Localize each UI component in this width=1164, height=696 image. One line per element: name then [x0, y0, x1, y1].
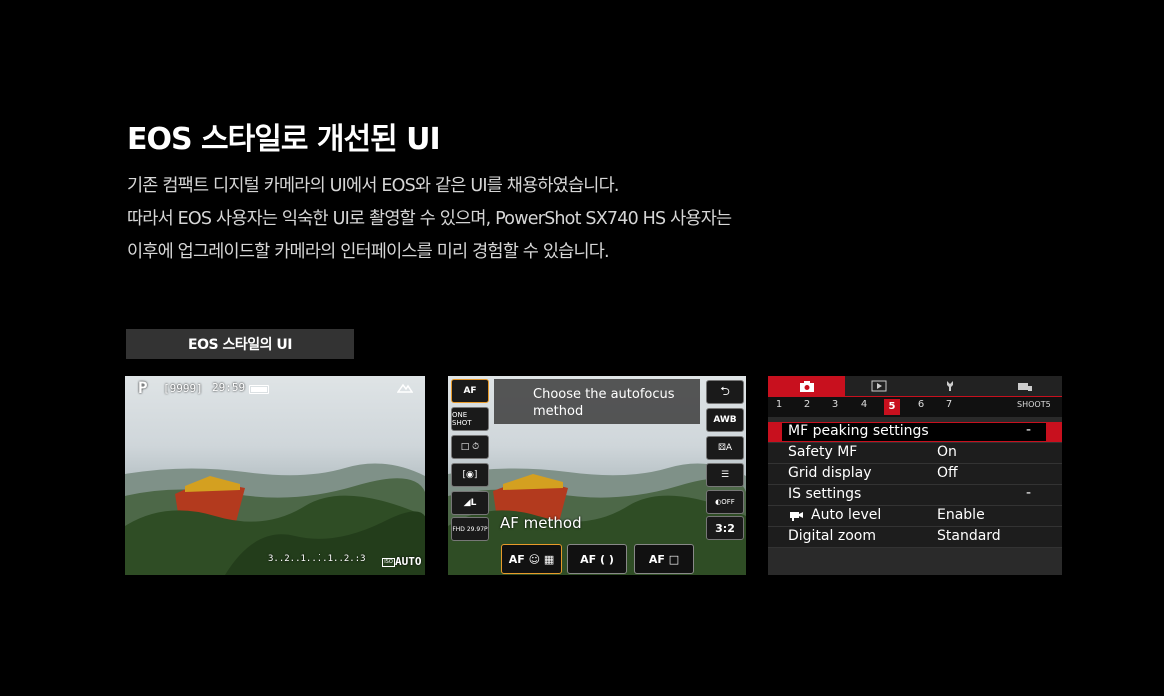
- back-icon[interactable]: ⮌: [706, 380, 744, 404]
- description: 기존 컴팩트 디지털 카메라의 UI에서 EOS와 같은 UI를 채용하였습니다…: [127, 170, 732, 269]
- menu-row-safety-mf[interactable]: Safety MF On: [768, 443, 1062, 464]
- page-4[interactable]: 4: [856, 399, 872, 410]
- shoot-tab-camera-icon[interactable]: [768, 376, 845, 396]
- shots-remaining: [9999]: [163, 382, 203, 395]
- playback-tab-icon[interactable]: [845, 376, 912, 396]
- metering-button[interactable]: [◉]: [451, 463, 489, 487]
- menu-row-auto-level[interactable]: Auto level Enable: [768, 506, 1062, 527]
- page-6[interactable]: 6: [913, 399, 929, 410]
- page-1[interactable]: 1: [771, 399, 787, 410]
- af-face-tracking-button[interactable]: AF ☺ ▦: [501, 544, 562, 574]
- image-quality-button[interactable]: ◢L: [451, 491, 489, 515]
- picture-style-button[interactable]: ⚄A: [706, 436, 744, 460]
- description-line-1: 기존 컴팩트 디지털 카메라의 UI에서 EOS와 같은 UI를 채용하였습니다…: [127, 176, 619, 196]
- tooltip-line-2: method: [533, 404, 584, 419]
- exposure-scale: 3..2..1..̇..1..2.:3: [268, 554, 366, 564]
- iso-icon: ISO: [382, 558, 395, 567]
- battery-icon: [249, 385, 269, 394]
- tooltip: Choose the autofocus method: [494, 379, 700, 424]
- movie-quality-button[interactable]: FHD 29.97P: [451, 517, 489, 541]
- af-operation-button[interactable]: ONE SHOT: [451, 407, 489, 431]
- page-title: EOS 스타일로 개선된 UI: [127, 122, 441, 157]
- description-line-2: 따라서 EOS 사용자는 익숙한 UI로 촬영할 수 있으며, PowerSho…: [127, 209, 732, 229]
- menu-screen: 1 2 3 4 5 6 7 SHOOT5 MF peaking settings…: [768, 376, 1062, 575]
- menu-row-is-settings[interactable]: IS settings -: [768, 485, 1062, 506]
- tooltip-line-1: Choose the autofocus: [533, 387, 675, 402]
- custom-button[interactable]: ☰: [706, 463, 744, 487]
- mode-indicator: P: [138, 378, 148, 397]
- aspect-ratio-button[interactable]: 3:2: [706, 516, 744, 540]
- page-3[interactable]: 3: [827, 399, 843, 410]
- menu-tabs: [768, 376, 1062, 396]
- liveview-screen: P [9999] 29:59 3..2..1..̇..1..2.:3 AUTO …: [125, 376, 425, 575]
- description-line-3: 이후에 업그레이드할 카메라의 인터페이스를 미리 경험할 수 있습니다.: [127, 242, 610, 262]
- movie-camera-icon: [790, 512, 803, 521]
- section-badge: EOS 스타일의 UI: [126, 329, 354, 359]
- auto-lighting-button[interactable]: ◐OFF: [706, 490, 744, 514]
- page-2[interactable]: 2: [799, 399, 815, 410]
- mymenu-tab-icon[interactable]: [988, 376, 1062, 396]
- page-indicator: 1 2 3 4 5 6 7 SHOOT5: [768, 396, 1062, 417]
- af-zone-button[interactable]: AF ( ): [567, 544, 627, 574]
- tab-label: SHOOT5: [1017, 400, 1051, 409]
- white-balance-button[interactable]: AWB: [706, 408, 744, 432]
- landscape-mode-icon: [397, 383, 413, 393]
- menu-row-digital-zoom[interactable]: Digital zoom Standard: [768, 527, 1062, 548]
- af-method-button[interactable]: AF: [451, 379, 489, 403]
- setting-caption: AF method: [500, 514, 582, 532]
- page-7[interactable]: 7: [941, 399, 957, 410]
- setup-tab-wrench-icon[interactable]: [912, 376, 988, 396]
- page-5-active[interactable]: 5: [884, 399, 900, 415]
- menu-row-mf-peaking[interactable]: MF peaking settings -: [768, 422, 1062, 443]
- drive-mode-button[interactable]: □ ⏱: [451, 435, 489, 459]
- iso-value: AUTO: [395, 555, 422, 568]
- time-remaining: 29:59: [212, 381, 246, 394]
- landscape-drawing: [125, 463, 425, 575]
- menu-row-grid-display[interactable]: Grid display Off: [768, 464, 1062, 485]
- af-single-point-button[interactable]: AF □: [634, 544, 694, 574]
